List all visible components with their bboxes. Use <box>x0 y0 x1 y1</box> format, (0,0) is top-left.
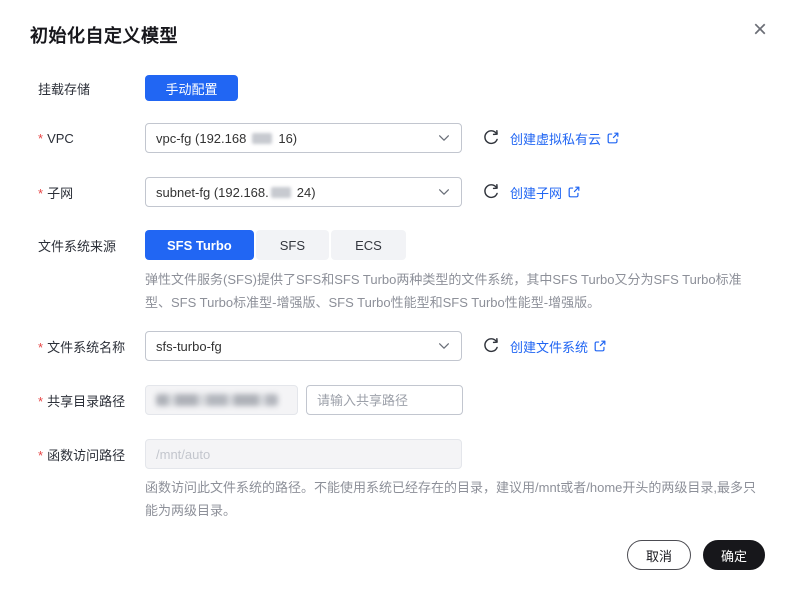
fs-source-tabs: SFS Turbo SFS ECS <box>145 230 406 260</box>
vpc-value-suffix: 16) <box>278 131 297 146</box>
vpc-label: * VPC <box>38 131 145 146</box>
refresh-icon[interactable] <box>481 128 501 148</box>
fs-name-label-text: 文件系统名称 <box>47 340 125 355</box>
fs-source-description: 弹性文件服务(SFS)提供了SFS和SFS Turbo两种类型的文件系统，其中S… <box>145 268 757 314</box>
subnet-label-text: 子网 <box>47 186 73 201</box>
dialog-footer: 取消 确定 <box>627 540 765 570</box>
ok-button[interactable]: 确定 <box>703 540 765 570</box>
mount-storage-label: 挂载存储 <box>38 79 145 98</box>
vpc-value-prefix: vpc-fg (192.168 <box>156 131 246 146</box>
refresh-icon[interactable] <box>481 336 501 356</box>
share-path-label: * 共享目录路径 <box>38 391 145 410</box>
external-link-icon <box>593 339 607 353</box>
create-vpc-link-text: 创建虚拟私有云 <box>510 129 601 148</box>
subnet-value-suffix: 24) <box>297 185 316 200</box>
subnet-select[interactable]: subnet-fg (192.168. 24) <box>145 177 462 207</box>
access-path-input: /mnt/auto <box>145 439 462 469</box>
fs-name-select[interactable]: sfs-turbo-fg <box>145 331 462 361</box>
required-mark: * <box>38 448 43 463</box>
redacted-text <box>156 394 278 406</box>
cancel-button[interactable]: 取消 <box>627 540 691 570</box>
access-path-label: * 函数访问路径 <box>38 445 145 464</box>
dialog-title: 初始化自定义模型 <box>30 22 178 48</box>
share-path-row: * 共享目录路径 <box>38 384 767 416</box>
chevron-down-icon <box>437 185 451 199</box>
fs-source-row: 文件系统来源 SFS Turbo SFS ECS <box>38 229 767 261</box>
redacted-text <box>252 133 272 144</box>
tab-sfs-turbo[interactable]: SFS Turbo <box>145 230 254 260</box>
create-subnet-link[interactable]: 创建子网 <box>510 183 581 202</box>
external-link-icon <box>606 131 620 145</box>
chevron-down-icon <box>437 339 451 353</box>
required-mark: * <box>38 186 43 201</box>
required-mark: * <box>38 340 43 355</box>
share-path-input[interactable] <box>306 385 463 415</box>
refresh-icon[interactable] <box>481 182 501 202</box>
vpc-label-text: VPC <box>47 131 74 146</box>
manual-config-button[interactable]: 手动配置 <box>145 75 238 101</box>
subnet-label: * 子网 <box>38 183 145 202</box>
share-path-label-text: 共享目录路径 <box>47 394 125 409</box>
init-custom-model-dialog: 初始化自定义模型 × 挂载存储 手动配置 * VPC vpc-fg (192.16… <box>0 0 795 594</box>
fs-source-label: 文件系统来源 <box>38 236 145 255</box>
fs-name-label: * 文件系统名称 <box>38 337 145 356</box>
subnet-value-prefix: subnet-fg (192.168. <box>156 185 269 200</box>
redacted-text <box>271 187 291 198</box>
access-path-label-text: 函数访问路径 <box>47 448 125 463</box>
required-mark: * <box>38 131 43 146</box>
access-path-row: * 函数访问路径 /mnt/auto <box>38 438 767 470</box>
vpc-select[interactable]: vpc-fg (192.168 16) <box>145 123 462 153</box>
subnet-row: * 子网 subnet-fg (192.168. 24) 创建子网 <box>38 176 767 208</box>
create-file-system-link[interactable]: 创建文件系统 <box>510 337 607 356</box>
close-icon[interactable]: × <box>744 14 776 46</box>
create-vpc-link[interactable]: 创建虚拟私有云 <box>510 129 620 148</box>
tab-sfs[interactable]: SFS <box>256 230 329 260</box>
fs-name-value: sfs-turbo-fg <box>156 339 222 354</box>
required-mark: * <box>38 394 43 409</box>
share-path-prefix-input <box>145 385 298 415</box>
chevron-down-icon <box>437 131 451 145</box>
tab-ecs[interactable]: ECS <box>331 230 406 260</box>
external-link-icon <box>567 185 581 199</box>
vpc-row: * VPC vpc-fg (192.168 16) 创建虚拟私有云 <box>38 122 767 154</box>
create-file-system-link-text: 创建文件系统 <box>510 337 588 356</box>
access-path-value: /mnt/auto <box>156 447 210 462</box>
access-path-hint: 函数访问此文件系统的路径。不能使用系统已经存在的目录，建议用/mnt或者/hom… <box>145 476 763 522</box>
fs-name-row: * 文件系统名称 sfs-turbo-fg 创建文件系统 <box>38 330 767 362</box>
mount-storage-row: 挂载存储 手动配置 <box>38 72 767 104</box>
create-subnet-link-text: 创建子网 <box>510 183 562 202</box>
